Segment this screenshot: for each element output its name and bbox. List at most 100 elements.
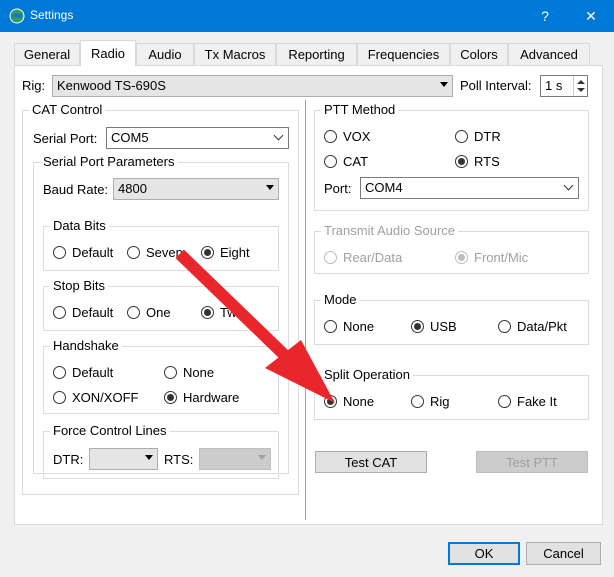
baud-rate-label: Baud Rate: [43, 182, 109, 197]
ptt-rts-radio[interactable]: RTS [455, 153, 500, 169]
radio-label: Eight [220, 244, 250, 260]
test-ptt-button[interactable]: Test PTT [476, 451, 588, 473]
rts-label: RTS: [164, 452, 194, 467]
tab-label: Colors [460, 47, 498, 62]
mode-usb-radio[interactable]: USB [411, 318, 457, 334]
stop-bits-title: Stop Bits [50, 278, 109, 293]
radio-label: None [343, 393, 375, 409]
rig-value: Kenwood TS-690S [57, 78, 166, 93]
ptt-vox-radio[interactable]: VOX [324, 128, 370, 144]
audio-rear-data-radio[interactable]: Rear/Data [324, 249, 402, 265]
handshake-none-radio[interactable]: None [164, 364, 214, 380]
ptt-port-label: Port: [324, 181, 352, 196]
handshake-xonxoff-radio[interactable]: XON/XOFF [53, 389, 138, 405]
tab-label: Frequencies [367, 47, 440, 62]
radio-label: CAT [343, 153, 369, 169]
tab-frequencies[interactable]: Frequencies [357, 43, 450, 65]
handshake-default-radio[interactable]: Default [53, 364, 113, 380]
tab-label: Tx Macros [204, 47, 266, 62]
data-bits-title: Data Bits [50, 218, 109, 233]
app-icon [9, 8, 25, 24]
spin-buttons[interactable] [573, 76, 587, 96]
rig-select[interactable]: Kenwood TS-690S [52, 75, 453, 97]
radio-label: Data/Pkt [517, 318, 567, 334]
split-fake-it-radio[interactable]: Fake It [498, 393, 557, 409]
tab-advanced[interactable]: Advanced [508, 43, 590, 65]
radio-button-icon [411, 394, 424, 408]
ptt-dtr-radio[interactable]: DTR [455, 128, 501, 144]
tab-general[interactable]: General [14, 43, 80, 65]
radio-label: None [183, 364, 215, 380]
data-bits-eight-radio[interactable]: Eight [201, 244, 250, 260]
radio-button-icon [498, 319, 511, 333]
button-label: Test PTT [505, 454, 558, 470]
serial-port-label: Serial Port: [33, 131, 98, 146]
tab-tx-macros[interactable]: Tx Macros [194, 43, 276, 65]
baud-rate-value: 4800 [118, 181, 147, 196]
cancel-button[interactable]: Cancel [526, 542, 601, 565]
test-cat-button[interactable]: Test CAT [315, 451, 427, 473]
radio-button-icon [324, 319, 337, 333]
radio-label: None [343, 318, 375, 334]
data-bits-default-radio[interactable]: Default [53, 244, 113, 260]
mode-none-radio[interactable]: None [324, 318, 374, 334]
ptt-port-select[interactable]: COM4 [360, 177, 579, 199]
stop-bits-two-radio[interactable]: Two [201, 304, 244, 320]
button-label: Test CAT [344, 454, 398, 470]
radio-button-icon [127, 245, 140, 259]
chevron-down-icon [273, 130, 284, 141]
poll-interval-value: 1 s [545, 78, 563, 93]
radio-button-icon [53, 365, 66, 379]
split-rig-radio[interactable]: Rig [411, 393, 450, 409]
ptt-port-value: COM4 [365, 180, 403, 195]
radio-button-checked-icon [411, 319, 424, 333]
tab-reporting[interactable]: Reporting [276, 43, 357, 65]
stop-bits-one-radio[interactable]: One [127, 304, 171, 320]
spin-up-icon[interactable] [577, 80, 585, 84]
radio-label: Default [72, 244, 114, 260]
mode-data-pkt-radio[interactable]: Data/Pkt [498, 318, 567, 334]
spin-down-icon[interactable] [577, 88, 585, 92]
dtr-select[interactable] [89, 448, 158, 470]
radio-button-icon [53, 305, 66, 319]
radio-button-checked-icon [455, 154, 468, 168]
ptt-cat-radio[interactable]: CAT [324, 153, 368, 169]
serial-params-title: Serial Port Parameters [40, 154, 178, 169]
radio-button-checked-icon [201, 305, 214, 319]
ok-button[interactable]: OK [448, 542, 520, 565]
poll-interval-spinbox[interactable]: 1 s [540, 75, 588, 97]
handshake-hardware-radio[interactable]: Hardware [164, 389, 239, 405]
radio-button-icon [324, 154, 337, 168]
tab-label: Audio [148, 47, 182, 62]
radio-button-checked-icon [455, 250, 468, 264]
tab-colors[interactable]: Colors [450, 43, 508, 65]
tab-radio[interactable]: Radio [80, 40, 136, 66]
dropdown-arrow-icon [258, 455, 266, 460]
radio-label: Default [72, 304, 114, 320]
button-label: OK [474, 546, 494, 561]
radio-button-icon [53, 245, 66, 259]
radio-label: Seven [146, 244, 183, 260]
radio-button-icon [127, 305, 140, 319]
poll-interval-label: Poll Interval: [460, 78, 532, 93]
radio-label: USB [430, 318, 457, 334]
radio-button-icon [324, 250, 337, 264]
help-button[interactable]: ? [522, 0, 568, 32]
tab-label: Radio [91, 46, 125, 61]
radio-button-icon [498, 394, 511, 408]
radio-button-checked-icon [201, 245, 214, 259]
splitter-highlight [306, 100, 307, 520]
stop-bits-default-radio[interactable]: Default [53, 304, 113, 320]
data-bits-seven-radio[interactable]: Seven [127, 244, 183, 260]
radio-button-icon [455, 129, 468, 143]
button-label: Cancel [543, 546, 584, 561]
rts-select[interactable] [199, 448, 271, 470]
close-button[interactable]: ✕ [568, 0, 614, 32]
tab-audio[interactable]: Audio [136, 43, 194, 65]
baud-rate-select[interactable]: 4800 [113, 178, 279, 200]
serial-port-select[interactable]: COM5 [106, 127, 289, 149]
split-none-radio[interactable]: None [324, 393, 374, 409]
dtr-label: DTR: [53, 452, 84, 467]
title-bar: Settings ? ✕ [0, 0, 614, 32]
audio-front-mic-radio[interactable]: Front/Mic [455, 249, 528, 265]
